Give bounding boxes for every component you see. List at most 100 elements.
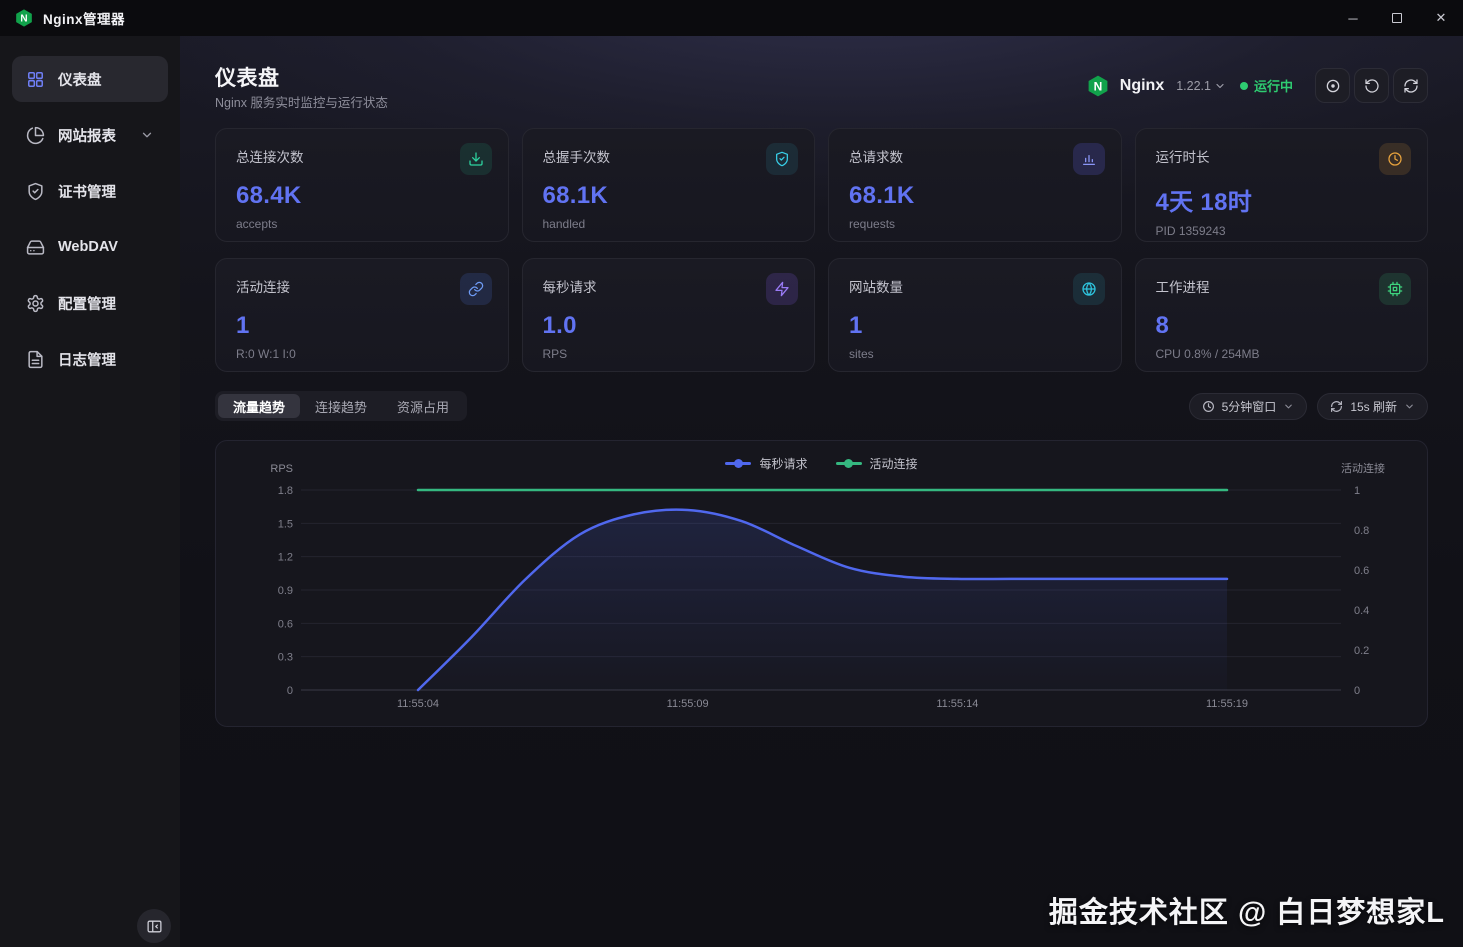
- stat-sublabel: RPS: [542, 347, 568, 361]
- sidebar: 仪表盘网站报表证书管理 WebDAV 配置管理日志管理: [0, 36, 180, 947]
- restart-button[interactable]: [1354, 68, 1389, 103]
- sidebar-item-网站报表[interactable]: 网站报表: [12, 112, 168, 158]
- sidebar-item-label: 日志管理: [58, 352, 116, 369]
- stat-value: 68.1K: [542, 182, 609, 209]
- stat-sublabel: CPU 0.8% / 254MB: [1155, 347, 1260, 361]
- sidebar-collapse-button[interactable]: [137, 909, 171, 943]
- stat-title: 总握手次数: [542, 150, 611, 165]
- legend-label: 活动连接: [869, 457, 918, 471]
- stat-sublabel: requests: [849, 217, 896, 231]
- page-subtitle: Nginx 服务实时监控与运行状态: [215, 96, 388, 110]
- svg-text:1.2: 1.2: [278, 552, 293, 564]
- svg-text:11:55:09: 11:55:09: [667, 698, 709, 710]
- sidebar-item-日志管理[interactable]: 日志管理: [12, 336, 168, 382]
- chart-legend: 每秒请求 活动连接: [216, 455, 1427, 472]
- tab-流量趋势[interactable]: 流量趋势: [218, 394, 301, 418]
- cpu-icon: [1379, 273, 1411, 305]
- line-chart: 1.8 1.5 1.2 0.9 0.6 0.3 0 1 0.8 0.6 0.4 0.2 0 RPS 活动连接…: [216, 441, 1427, 726]
- nginx-logo-icon: N: [14, 8, 34, 28]
- time-window-select[interactable]: 5分钟窗口: [1188, 392, 1308, 420]
- svg-text:N: N: [20, 14, 27, 25]
- page-title: 仪表盘: [215, 67, 280, 90]
- zap-icon: [766, 273, 798, 305]
- app-title: Nginx管理器: [43, 12, 126, 27]
- sidebar-item-label: WebDAV: [58, 239, 118, 255]
- stat-card-总握手次数: 总握手次数 68.1K handled: [521, 128, 815, 242]
- stat-sublabel: handled: [542, 217, 586, 231]
- reload-button[interactable]: [1393, 68, 1428, 103]
- stats-grid: 总连接次数 68.4K accepts 总握手次数 68.1K handled 总请求数 68…: [215, 128, 1428, 372]
- stat-title: 总连接次数: [236, 150, 304, 165]
- stat-value: 8: [1155, 312, 1170, 339]
- close-button[interactable]: ✕: [1419, 0, 1463, 36]
- titlebar: N Nginx管理器 ─ ✕: [0, 0, 1463, 36]
- svg-text:0.8: 0.8: [1354, 525, 1369, 537]
- status-badge: 运行中: [1239, 76, 1293, 95]
- stat-sublabel: R:0 W:1 I:0: [236, 347, 296, 361]
- stat-card-运行时长: 运行时长 4天 18时 PID 1359243: [1134, 128, 1428, 242]
- legend-label: 每秒请求: [759, 457, 808, 471]
- stat-sublabel: accepts: [236, 217, 278, 231]
- stat-sublabel: PID 1359243: [1155, 224, 1226, 238]
- legend-item-活动连接[interactable]: 活动连接: [835, 455, 918, 472]
- window-controls: ─ ✕: [1331, 0, 1463, 36]
- stat-value: 68.1K: [849, 182, 915, 209]
- stat-sublabel: sites: [849, 347, 874, 361]
- svg-text:11:55:04: 11:55:04: [397, 698, 439, 710]
- sidebar-item-label: 仪表盘: [58, 72, 102, 89]
- gear-icon: [26, 294, 45, 313]
- svg-text:0: 0: [1354, 685, 1360, 697]
- stat-card-每秒请求: 每秒请求 1.0 RPS: [521, 258, 815, 372]
- tab-连接趋势[interactable]: 连接趋势: [300, 394, 382, 418]
- tab-资源占用[interactable]: 资源占用: [382, 394, 464, 418]
- refresh-interval-select[interactable]: 15s 刷新: [1317, 392, 1428, 420]
- stat-value: 4天 18时: [1155, 189, 1253, 216]
- stat-title: 网站数量: [849, 280, 903, 295]
- pie-chart-icon: [26, 126, 45, 145]
- svg-text:1.8: 1.8: [278, 485, 293, 497]
- app-window: N Nginx管理器 ─ ✕ 仪表盘网站报表证书管理 WebDAV 配置管理日志管理…: [0, 0, 1463, 947]
- bar-chart-icon: [1072, 143, 1105, 175]
- svg-text:0.6: 0.6: [278, 618, 293, 630]
- stat-title: 总请求数: [849, 150, 903, 165]
- maximize-icon: [1392, 13, 1402, 23]
- rotate-ccw-icon: [1364, 78, 1380, 94]
- sidebar-item-WebDAV[interactable]: WebDAV: [12, 224, 168, 270]
- legend-line-icon: [835, 459, 862, 468]
- sidebar-item-仪表盘[interactable]: 仪表盘: [12, 56, 168, 102]
- svg-text:N: N: [1093, 79, 1102, 93]
- globe-icon: [1072, 273, 1105, 305]
- maximize-button[interactable]: [1375, 0, 1419, 36]
- stat-title: 每秒请求: [542, 280, 597, 295]
- shield-check-icon: [766, 143, 798, 175]
- hard-drive-icon: [26, 238, 45, 257]
- watermark-text: 掘金技术社区 @ 白日梦想家L: [1048, 897, 1445, 929]
- chart-option-pills: 5分钟窗口 15s 刷新: [1188, 392, 1428, 420]
- sidebar-item-配置管理[interactable]: 配置管理: [12, 280, 168, 326]
- link-icon: [459, 273, 492, 305]
- dashboard-grid-icon: [26, 70, 45, 89]
- stat-card-活动连接: 活动连接 1 R:0 W:1 I:0: [215, 258, 509, 372]
- clock-icon: [1202, 400, 1215, 413]
- svg-text:11:55:14: 11:55:14: [936, 698, 978, 710]
- chevron-down-icon: [140, 128, 154, 142]
- legend-line-icon: [725, 459, 752, 468]
- legend-item-每秒请求[interactable]: 每秒请求: [725, 455, 808, 472]
- chevron-down-icon: [1283, 401, 1294, 412]
- file-text-icon: [26, 350, 45, 369]
- svg-text:1: 1: [1354, 485, 1360, 497]
- chart-tab-group: 流量趋势 连接趋势 资源占用: [215, 391, 468, 421]
- stat-card-总连接次数: 总连接次数 68.4K accepts: [215, 128, 509, 242]
- service-name: Nginx: [1119, 76, 1165, 94]
- stat-title: 工作进程: [1155, 280, 1210, 295]
- svg-text:1.5: 1.5: [278, 518, 293, 530]
- sidebar-item-label: 证书管理: [58, 184, 116, 201]
- power-button[interactable]: [1315, 68, 1350, 103]
- svg-text:0.6: 0.6: [1354, 565, 1369, 577]
- traffic-trend-chart-panel: 1.8 1.5 1.2 0.9 0.6 0.3 0 1 0.8 0.6 0.4 0.2 0 RPS 活动连接…: [215, 440, 1428, 727]
- shield-check-icon: [26, 182, 45, 201]
- stat-card-工作进程: 工作进程 8 CPU 0.8% / 254MB: [1134, 258, 1428, 372]
- sidebar-item-证书管理[interactable]: 证书管理: [12, 168, 168, 214]
- minimize-button[interactable]: ─: [1331, 0, 1375, 36]
- version-dropdown[interactable]: 1.22.1: [1176, 79, 1226, 93]
